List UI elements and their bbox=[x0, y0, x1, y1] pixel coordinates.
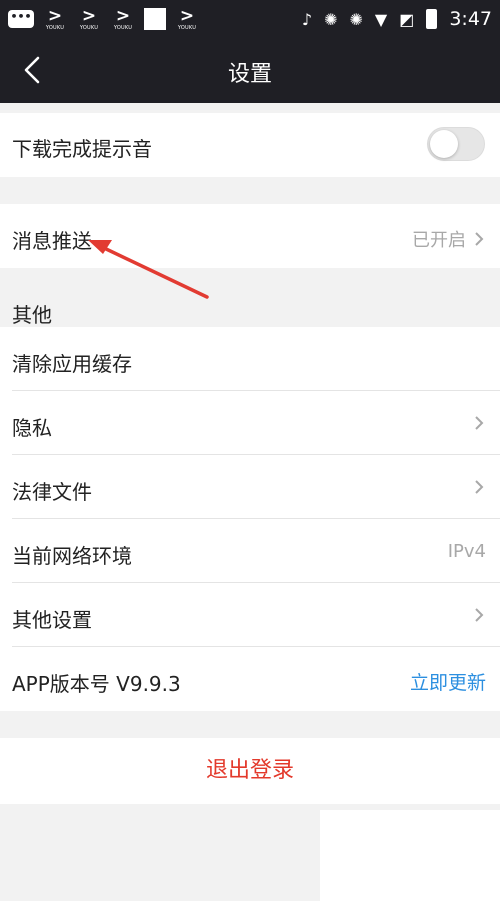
other-settings-row[interactable]: 其他设置 bbox=[0, 583, 500, 647]
network-environment-row[interactable]: 当前网络环境 IPv4 bbox=[0, 519, 500, 583]
update-now-group: 立即更新 bbox=[410, 668, 486, 695]
app-version-label: APP版本号 V9.9.3 bbox=[12, 672, 181, 696]
youku-icon: > YOUKU bbox=[45, 5, 65, 31]
other-settings-list: 清除应用缓存 隐私 法律文件 当前网络环境 IPv4 其他设置 APP版本号 V… bbox=[0, 327, 500, 711]
legal-chevron-group bbox=[472, 477, 486, 497]
message-push-value: 已开启 bbox=[412, 230, 466, 251]
clear-cache-row[interactable]: 清除应用缓存 bbox=[0, 327, 500, 391]
other-settings-chevron-group bbox=[472, 605, 486, 625]
youku-icon: > YOUKU bbox=[113, 5, 133, 31]
network-environment-value: IPv4 bbox=[447, 541, 486, 562]
chat-bubble-icon: ••• bbox=[8, 10, 34, 28]
status-bar: ••• > YOUKU > YOUKU > YOUKU > YOUKU ♪ ✺ … bbox=[0, 0, 500, 38]
clear-cache-label: 清除应用缓存 bbox=[12, 352, 132, 376]
network-environment-value-group: IPv4 bbox=[448, 541, 486, 562]
section-header-other: 其他 bbox=[12, 303, 52, 327]
privacy-label: 隐私 bbox=[12, 416, 52, 440]
chevron-right-icon bbox=[475, 608, 484, 622]
message-push-label: 消息推送 bbox=[12, 229, 92, 253]
status-time: 3:47 bbox=[449, 8, 492, 30]
youku-label: YOUKU bbox=[79, 24, 99, 31]
toggle-knob bbox=[430, 130, 458, 158]
message-push-value-group: 已开启 bbox=[412, 226, 486, 252]
sync-icon: ✺ bbox=[349, 9, 363, 29]
legal-documents-row[interactable]: 法律文件 bbox=[0, 455, 500, 519]
youku-label: YOUKU bbox=[45, 24, 65, 31]
privacy-chevron-group bbox=[472, 413, 486, 433]
privacy-row[interactable]: 隐私 bbox=[0, 391, 500, 455]
battery-icon bbox=[426, 9, 438, 29]
chevron-right-icon bbox=[475, 416, 484, 430]
legal-documents-label: 法律文件 bbox=[12, 480, 92, 504]
wifi-icon: ▼ bbox=[374, 9, 388, 29]
no-signal-icon: ◩ bbox=[399, 9, 415, 29]
logout-button[interactable]: 退出登录 bbox=[0, 738, 500, 804]
chevron-right-icon bbox=[475, 480, 484, 494]
network-environment-label: 当前网络环境 bbox=[12, 544, 132, 568]
tiktok-icon: ♪ bbox=[301, 9, 313, 29]
youku-label: YOUKU bbox=[177, 24, 197, 31]
other-settings-label: 其他设置 bbox=[12, 608, 92, 632]
youku-label: YOUKU bbox=[113, 24, 133, 31]
download-sound-toggle[interactable] bbox=[427, 127, 485, 161]
message-push-row[interactable]: 消息推送 已开启 bbox=[0, 204, 500, 268]
page-title: 设置 bbox=[227, 62, 272, 87]
download-sound-label: 下载完成提示音 bbox=[12, 137, 152, 161]
status-bar-system: ♪ ✺ ✺ ▼ ◩ 3:47 bbox=[302, 8, 492, 30]
youku-icon: > YOUKU bbox=[177, 5, 197, 31]
bottom-panel bbox=[320, 810, 500, 901]
chevron-right-icon bbox=[475, 232, 484, 246]
app-version-row: APP版本号 V9.9.3 立即更新 bbox=[0, 647, 500, 711]
youku-icon: > YOUKU bbox=[79, 5, 99, 31]
nav-bar: 设置 bbox=[0, 38, 500, 103]
sync-icon: ✺ bbox=[324, 9, 338, 29]
status-bar-notifications: ••• > YOUKU > YOUKU > YOUKU > YOUKU bbox=[8, 5, 200, 31]
top-spacer bbox=[0, 103, 500, 113]
update-now-link[interactable]: 立即更新 bbox=[410, 668, 486, 695]
download-sound-row: 下载完成提示音 bbox=[0, 113, 500, 177]
square-notification-icon bbox=[144, 8, 166, 30]
